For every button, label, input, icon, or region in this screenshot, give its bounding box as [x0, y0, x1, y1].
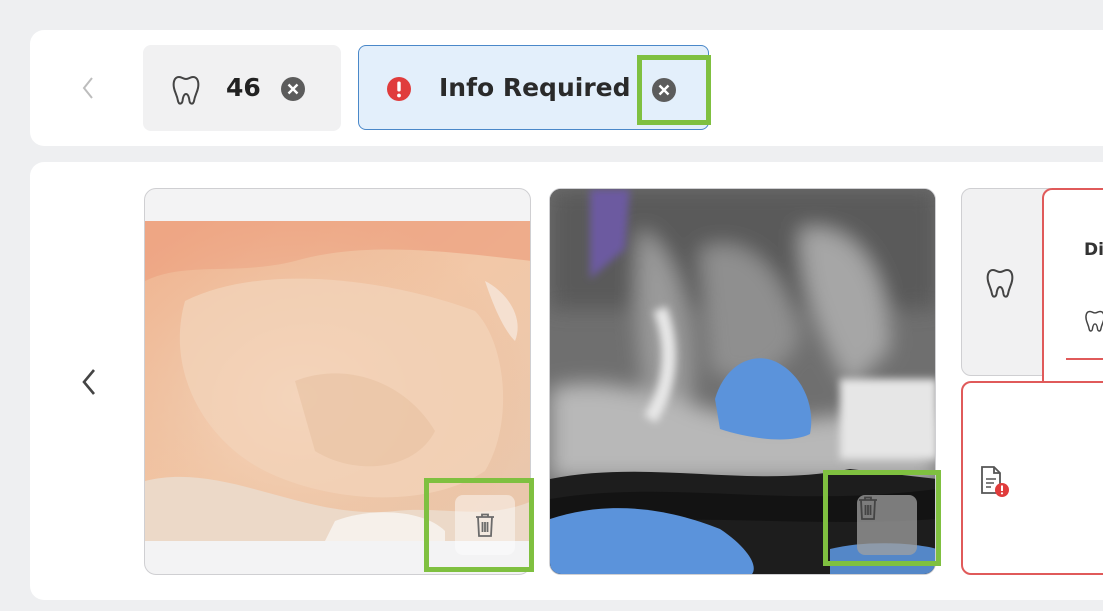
trash-icon	[859, 496, 877, 520]
detail-panel: Di	[1042, 188, 1103, 383]
detail-header: Di	[1084, 240, 1103, 260]
delete-image-button[interactable]	[857, 495, 917, 555]
intraoral-photo	[145, 221, 530, 541]
gallery-prev-button[interactable]	[74, 362, 104, 402]
chevron-left-icon	[82, 77, 93, 99]
document-alert-icon	[981, 466, 1009, 497]
tooth-number: 46	[226, 73, 261, 102]
tooth-filter-chip[interactable]: 46	[143, 45, 341, 131]
tooth-icon	[172, 75, 200, 105]
close-circle-icon[interactable]	[280, 76, 306, 102]
intraoral-photo-card[interactable]	[144, 188, 531, 575]
chevron-left-icon	[82, 369, 95, 395]
tooth-icon	[1085, 310, 1103, 332]
side-tab-document[interactable]	[961, 381, 1103, 575]
active-tab-underline	[1066, 358, 1103, 360]
trash-icon	[476, 513, 494, 537]
xray-image-card[interactable]	[549, 188, 936, 575]
tooth-icon	[986, 268, 1014, 298]
info-required-filter-chip[interactable]: Info Required	[358, 45, 709, 130]
exclamation-circle-icon	[387, 77, 411, 101]
delete-image-button[interactable]	[455, 495, 515, 555]
chip-label: Info Required	[439, 73, 631, 102]
close-circle-icon[interactable]	[651, 77, 677, 103]
filter-prev-button[interactable]	[74, 70, 102, 106]
side-tab-tooth[interactable]	[961, 188, 1051, 376]
